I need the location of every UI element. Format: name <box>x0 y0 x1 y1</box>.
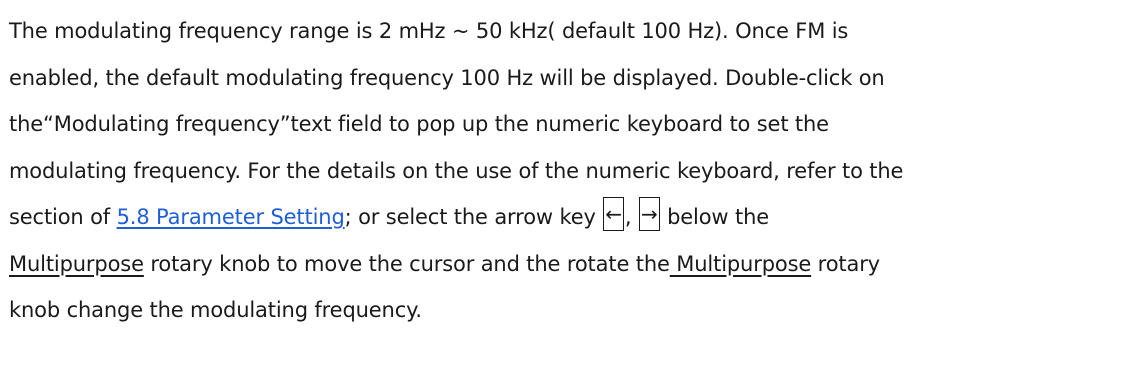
line5-prefix: section of <box>9 205 117 229</box>
arrow-left-key-icon: ← <box>603 197 624 231</box>
line5-comma: , <box>624 205 638 229</box>
paragraph-line-4: modulating frequency. For the details on… <box>9 158 904 183</box>
paragraph-line-7: knob change the modulating frequency. <box>9 298 422 322</box>
paragraph-line-5: section of 5.8 Parameter Setting; or sel… <box>9 194 1129 241</box>
line6-middle: rotary knob to move the cursor and the r… <box>143 251 670 276</box>
paragraph-line-3: the“Modulating frequency”text field to p… <box>9 112 829 136</box>
arrow-right-key-icon: → <box>638 197 660 231</box>
document-body: The modulating frequency range is 2 mHz … <box>9 8 1129 334</box>
parameter-setting-link[interactable]: 5.8 Parameter Setting <box>117 205 345 229</box>
paragraph-line-1: The modulating frequency range is 2 mHz … <box>9 19 849 43</box>
multipurpose-knob-label: Multipurpose <box>9 251 144 276</box>
line5-suffix: below the <box>660 205 770 229</box>
multipurpose-knob-label-2: Multipurpose <box>669 251 812 276</box>
line5-middle: ; or select the arrow key <box>344 205 603 229</box>
line6-suffix: rotary <box>811 251 880 276</box>
paragraph-line-6: Multipurpose rotary knob to move the cur… <box>9 241 1129 288</box>
paragraph-line-2: enabled, the default modulating frequenc… <box>9 65 885 90</box>
